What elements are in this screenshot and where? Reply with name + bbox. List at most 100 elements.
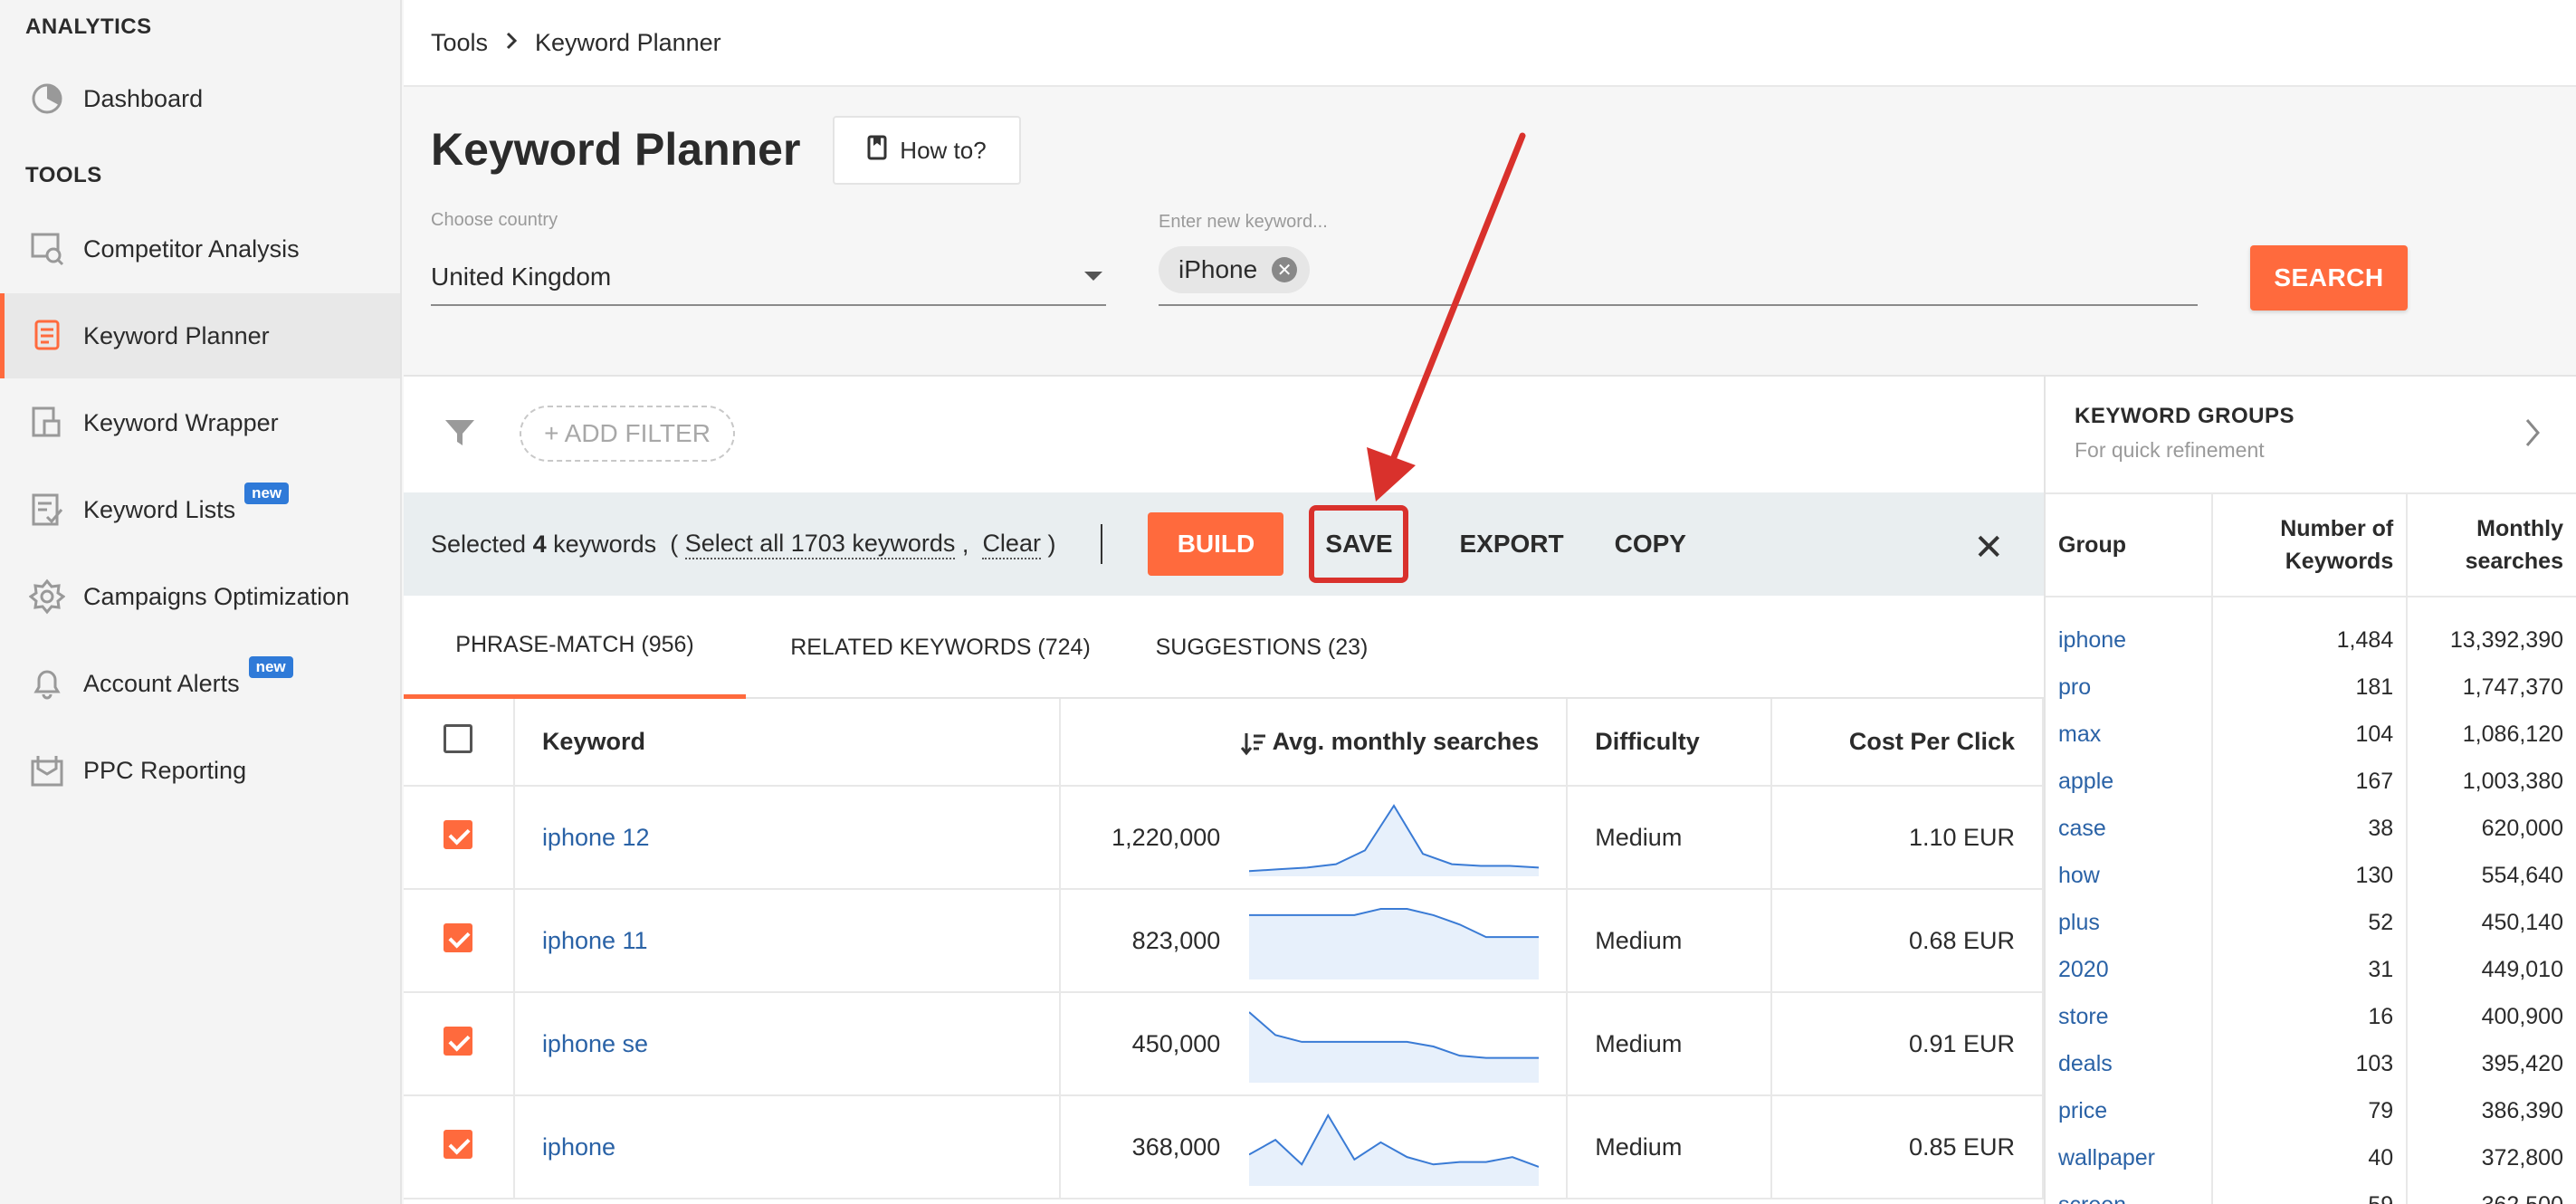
search-form: Keyword Planner How to? Choose country U… [404, 87, 2576, 375]
group-name[interactable]: max [2046, 711, 2213, 758]
group-name[interactable]: pro [2046, 664, 2213, 711]
save-button[interactable]: SAVE [1309, 505, 1409, 583]
search-button[interactable]: SEARCH [2250, 245, 2408, 311]
sidebar-item-ppc-reporting[interactable]: PPC Reporting [0, 728, 400, 813]
group-name[interactable]: deals [2046, 1040, 2213, 1087]
trend-sparkline [1249, 804, 1540, 876]
group-row[interactable]: max 104 1,086,120 [2046, 711, 2576, 758]
cpc-value: 0.91 EUR [1771, 992, 2044, 1096]
row-checkbox[interactable] [444, 922, 472, 952]
group-name[interactable]: wallpaper [2046, 1134, 2213, 1181]
group-keyword-count: 181 [2211, 664, 2409, 711]
keyword-groups-header[interactable]: KEYWORD GROUPS For quick refinement [2046, 377, 2576, 492]
build-button[interactable]: BUILD [1148, 512, 1284, 576]
tab-related-keywords[interactable]: RELATED KEYWORDS (724) [746, 596, 1135, 699]
sidebar-item-keyword-planner[interactable]: Keyword Planner [0, 293, 400, 378]
keyword-link[interactable]: iphone se [542, 1030, 648, 1057]
copy-button[interactable]: COPY [1615, 530, 1686, 559]
column-difficulty[interactable]: Difficulty [1567, 699, 1773, 787]
column-cpc[interactable]: Cost Per Click [1771, 699, 2044, 787]
sidebar-item-dashboard[interactable]: Dashboard [0, 56, 400, 141]
breadcrumb-tools[interactable]: Tools [431, 29, 488, 57]
column-monthly-searches[interactable]: Monthly searches [2407, 492, 2576, 597]
group-row[interactable]: store 16 400,900 [2046, 993, 2576, 1040]
group-row[interactable]: price 79 386,390 [2046, 1087, 2576, 1134]
group-name[interactable]: how [2046, 852, 2213, 899]
group-keyword-count: 104 [2211, 711, 2409, 758]
group-monthly-searches: 449,010 [2407, 946, 2576, 993]
table-row[interactable]: iphone 11 823,000 Medium 0.68 EUR [404, 889, 2044, 993]
group-name[interactable]: plus [2046, 899, 2213, 946]
keyword-results-panel: + ADD FILTER Selected 4 keywords ( Selec… [404, 375, 2044, 1204]
filter-row: + ADD FILTER [404, 377, 2044, 492]
how-to-button[interactable]: How to? [833, 116, 1021, 185]
table-row[interactable]: iphone se 450,000 Medium 0.91 EUR [404, 992, 2044, 1096]
clear-link[interactable]: Clear [982, 530, 1041, 559]
sidebar-section-analytics: ANALYTICS [25, 14, 152, 39]
chevron-right-icon[interactable] [2524, 416, 2542, 457]
keyword-groups-subtitle: For quick refinement [2075, 438, 2265, 462]
sidebar-item-competitor-analysis[interactable]: Competitor Analysis [0, 206, 400, 291]
cpc-value: 1.10 EUR [1771, 786, 2044, 890]
group-row[interactable]: deals 103 395,420 [2046, 1040, 2576, 1087]
table-row[interactable]: iphone 368,000 Medium 0.85 EUR [404, 1095, 2044, 1199]
group-row[interactable]: pro 181 1,747,370 [2046, 664, 2576, 711]
sidebar-item-label: Account Alerts [83, 669, 240, 697]
group-keyword-count: 1,484 [2211, 597, 2409, 664]
group-keyword-count: 38 [2211, 805, 2409, 852]
group-row[interactable]: screen59362,500 [2046, 1181, 2576, 1204]
group-row[interactable]: plus 52 450,140 [2046, 899, 2576, 946]
select-all-checkbox[interactable] [444, 724, 472, 753]
tab-phrase-match[interactable]: PHRASE-MATCH (956) [404, 596, 746, 699]
group-keyword-count: 130 [2211, 852, 2409, 899]
table-row[interactable]: iphone 12 1,220,000 Medium 1.10 EUR [404, 786, 2044, 890]
group-name[interactable]: price [2046, 1087, 2213, 1134]
group-row[interactable]: wallpaper 40 372,800 [2046, 1134, 2576, 1181]
group-name[interactable]: 2020 [2046, 946, 2213, 993]
group-row[interactable]: case 38 620,000 [2046, 805, 2576, 852]
group-row[interactable]: iphone 1,484 13,392,390 [2046, 597, 2576, 664]
row-checkbox[interactable] [444, 1026, 472, 1056]
close-icon[interactable]: ✕ [1973, 527, 2004, 569]
sidebar-item-keyword-lists[interactable]: Keyword Lists new [0, 467, 400, 552]
keyword-groups-panel: KEYWORD GROUPS For quick refinement Grou… [2044, 375, 2576, 1204]
sidebar-item-label: Keyword Planner [83, 321, 270, 349]
group-row[interactable]: 2020 31 449,010 [2046, 946, 2576, 993]
difficulty-value: Medium [1567, 1095, 1773, 1199]
country-select[interactable]: United Kingdom [431, 250, 1106, 306]
keyword-link[interactable]: iphone [542, 1133, 615, 1161]
group-name[interactable]: store [2046, 993, 2213, 1040]
group-monthly-searches: 1,747,370 [2407, 664, 2576, 711]
row-checkbox[interactable] [444, 819, 472, 849]
column-keyword[interactable]: Keyword [513, 699, 1062, 787]
group-name[interactable]: case [2046, 805, 2213, 852]
sidebar-item-account-alerts[interactable]: Account Alerts new [0, 641, 400, 726]
group-keyword-count: 79 [2211, 1087, 2409, 1134]
group-name[interactable]: iphone [2046, 597, 2213, 664]
keyword-link[interactable]: iphone 12 [542, 824, 650, 851]
select-all-link[interactable]: Select all 1703 keywords [684, 530, 956, 559]
column-avg-searches[interactable]: Avg. monthly searches [1060, 699, 1569, 787]
sidebar-item-campaigns-optimization[interactable]: Campaigns Optimization [0, 554, 400, 639]
export-button[interactable]: EXPORT [1459, 530, 1563, 559]
sort-desc-icon [1241, 728, 1273, 756]
keyword-link[interactable]: iphone 11 [542, 927, 648, 954]
column-group[interactable]: Group [2046, 492, 2213, 597]
page-title: Keyword Planner [431, 124, 801, 175]
group-keyword-count: 31 [2211, 946, 2409, 993]
keyword-input[interactable]: iPhone ✕ [1159, 246, 2198, 306]
tab-suggestions[interactable]: SUGGESTIONS (23) [1135, 596, 1388, 699]
group-monthly-searches: 400,900 [2407, 993, 2576, 1040]
group-row[interactable]: how 130 554,640 [2046, 852, 2576, 899]
filter-icon[interactable] [444, 416, 476, 454]
row-checkbox[interactable] [444, 1129, 472, 1159]
group-name[interactable]: apple [2046, 758, 2213, 805]
add-filter-button[interactable]: + ADD FILTER [520, 406, 735, 462]
sidebar-item-keyword-wrapper[interactable]: Keyword Wrapper [0, 380, 400, 465]
group-name[interactable]: screen [2046, 1181, 2213, 1204]
group-row[interactable]: apple 167 1,003,380 [2046, 758, 2576, 805]
remove-chip-icon[interactable]: ✕ [1272, 257, 1298, 282]
column-number-of-keywords[interactable]: Number of Keywords [2211, 492, 2409, 597]
chevron-down-icon [1084, 272, 1102, 281]
keyword-planner-icon [27, 316, 67, 356]
